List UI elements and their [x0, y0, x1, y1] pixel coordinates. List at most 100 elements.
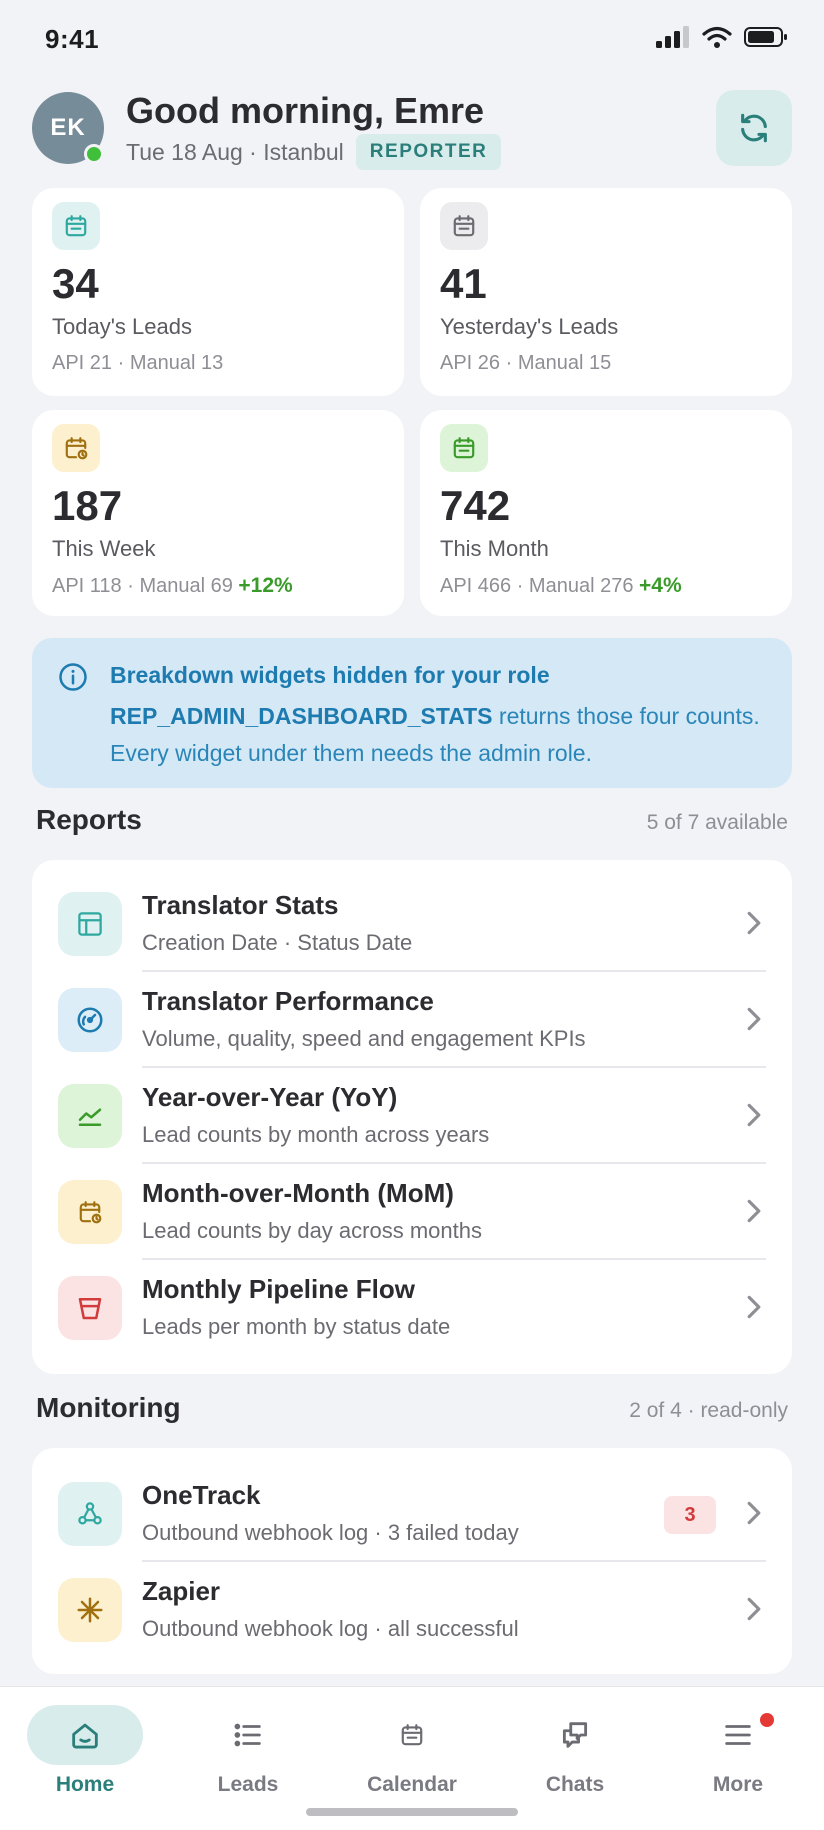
tab-icon-wrap: [517, 1705, 633, 1765]
role-badge: REPORTER: [355, 134, 502, 170]
funnel-icon: [75, 1293, 105, 1323]
stat-card[interactable]: 41 Yesterday's Leads API 26 · Manual 15: [420, 188, 792, 396]
refresh-icon: [741, 113, 767, 143]
calendar-icon: [451, 213, 477, 239]
reports-card: Translator Stats Creation Date · Status D…: [32, 860, 792, 1374]
tab-more[interactable]: More: [668, 1705, 808, 1801]
stat-meta: API 26 · Manual 15: [440, 352, 611, 375]
online-status-dot: [84, 144, 104, 164]
row-subtitle: Lead counts by day across months: [142, 1218, 482, 1243]
row-title: Translator Stats: [142, 890, 339, 920]
tab-label: Calendar: [367, 1773, 457, 1796]
chevron-right-icon: [746, 910, 762, 941]
table-icon: [75, 909, 105, 939]
chevron-right-icon: [746, 1006, 762, 1037]
stat-value: 41: [440, 260, 487, 307]
failure-count-badge: 3: [664, 1496, 716, 1534]
stat-icon-box: [52, 424, 100, 472]
calendar-icon: [399, 1722, 425, 1748]
row-title: Zapier: [142, 1576, 221, 1606]
stat-trend: +4%: [639, 574, 682, 597]
home-indicator: [306, 1808, 518, 1816]
monitoring-card: OneTrack Outbound webhook log · 3 failed …: [32, 1448, 792, 1674]
row-title: Year-over-Year (YoY): [142, 1082, 398, 1112]
reports-row[interactable]: Year-over-Year (YoY) Lead counts by month…: [32, 1068, 792, 1164]
calendar-icon: [63, 213, 89, 239]
battery-icon: [744, 27, 787, 47]
calendar-icon: [451, 435, 477, 461]
row-subtitle: Outbound webhook log · all successful: [142, 1616, 519, 1641]
info-banner-code: REP_ADMIN_DASHBOARD_STATS: [110, 703, 493, 729]
stat-breakdown: API 118 · Manual 69: [52, 575, 233, 597]
date-location: Tue 18 Aug · Istanbul: [126, 138, 344, 165]
row-subtitle: Volume, quality, speed and engagement KP…: [142, 1026, 586, 1051]
tab-leads[interactable]: Leads: [178, 1705, 318, 1801]
monitoring-row[interactable]: OneTrack Outbound webhook log · 3 failed …: [32, 1466, 792, 1562]
stat-value: 34: [52, 260, 99, 307]
info-banner-body: REP_ADMIN_DASHBOARD_STATS returns those …: [110, 698, 770, 772]
gauge-icon: [75, 1005, 105, 1035]
stat-meta: API 21 · Manual 13: [52, 352, 223, 375]
stat-label: This Month: [440, 536, 549, 561]
row-subtitle: Lead counts by month across years: [142, 1122, 490, 1147]
tab-icon-wrap: [27, 1705, 143, 1765]
row-icon-box: [58, 988, 122, 1052]
row-icon-box: [58, 892, 122, 956]
greeting-title: Good morning, Emre: [126, 90, 485, 131]
stat-card[interactable]: 34 Today's Leads API 21 · Manual 13: [32, 188, 404, 396]
monitoring-section-header: Monitoring 2 of 4 · read-only: [36, 1392, 788, 1424]
row-title: Translator Performance: [142, 986, 434, 1016]
tab-home[interactable]: Home: [15, 1705, 155, 1801]
row-title: Monthly Pipeline Flow: [142, 1274, 415, 1304]
stat-label: Yesterday's Leads: [440, 314, 619, 339]
stat-card[interactable]: 187 This Week API 118 · Manual 69 +12%: [32, 410, 404, 616]
stat-meta: API 118 · Manual 69 +12%: [52, 574, 293, 598]
wifi-icon: [702, 26, 732, 48]
tab-calendar[interactable]: Calendar: [342, 1705, 482, 1801]
stat-card[interactable]: 742 This Month API 466 · Manual 276 +4%: [420, 410, 792, 616]
tab-chats[interactable]: Chats: [505, 1705, 645, 1801]
reports-availability: 5 of 7 available: [646, 811, 788, 834]
status-icons: [656, 26, 788, 48]
webhook-icon: [75, 1499, 105, 1529]
stat-breakdown: API 466 · Manual 276: [440, 575, 634, 597]
monitoring-title: Monitoring: [36, 1392, 181, 1423]
calendar-clock-icon: [77, 1199, 103, 1225]
stat-label: Today's Leads: [52, 314, 192, 339]
list-icon: [231, 1718, 265, 1752]
stat-breakdown: API 26 · Manual 15: [440, 352, 612, 374]
signal-icon: [656, 26, 689, 48]
tab-label: Chats: [545, 1773, 605, 1796]
refresh-button[interactable]: [716, 90, 792, 166]
reports-row[interactable]: Translator Performance Volume, quality, s…: [32, 972, 792, 1068]
monitoring-row[interactable]: Zapier Outbound webhook log · all success…: [32, 1562, 792, 1658]
calendar-clock-icon: [63, 435, 89, 461]
asterisk-icon: [75, 1595, 105, 1625]
tab-label: Leads: [217, 1773, 279, 1796]
chevron-right-icon: [746, 1294, 762, 1325]
row-icon-box: [58, 1578, 122, 1642]
row-title: Month-over-Month (MoM): [142, 1178, 454, 1208]
home-icon: [68, 1718, 102, 1752]
row-subtitle: Creation Date · Status Date: [142, 930, 413, 955]
stat-meta: API 466 · Manual 276 +4%: [440, 574, 682, 598]
reports-row[interactable]: Monthly Pipeline Flow Leads per month by …: [32, 1260, 792, 1356]
chevron-right-icon: [746, 1500, 762, 1531]
monitoring-availability: 2 of 4 · read-only: [629, 1399, 788, 1422]
tab-icon-wrap: [354, 1705, 470, 1765]
header-subline: Tue 18 Aug · Istanbul REPORTER: [126, 134, 502, 170]
row-icon-box: [58, 1276, 122, 1340]
row-title: OneTrack: [142, 1480, 261, 1510]
reports-row[interactable]: Month-over-Month (MoM) Lead counts by day…: [32, 1164, 792, 1260]
info-icon: [59, 663, 87, 691]
stat-icon-box: [440, 424, 488, 472]
info-banner-title: Breakdown widgets hidden for your role: [110, 662, 550, 688]
chevron-right-icon: [746, 1596, 762, 1627]
tab-icon-wrap: [190, 1705, 306, 1765]
status-time: 9:41: [45, 24, 100, 54]
reports-row[interactable]: Translator Stats Creation Date · Status D…: [32, 876, 792, 972]
dashboard-header: EK Good morning, Emre Tue 18 Aug · Istan…: [32, 90, 792, 180]
stat-trend: +12%: [238, 574, 293, 597]
stat-value: 187: [52, 482, 123, 529]
tab-label: Home: [55, 1773, 115, 1796]
